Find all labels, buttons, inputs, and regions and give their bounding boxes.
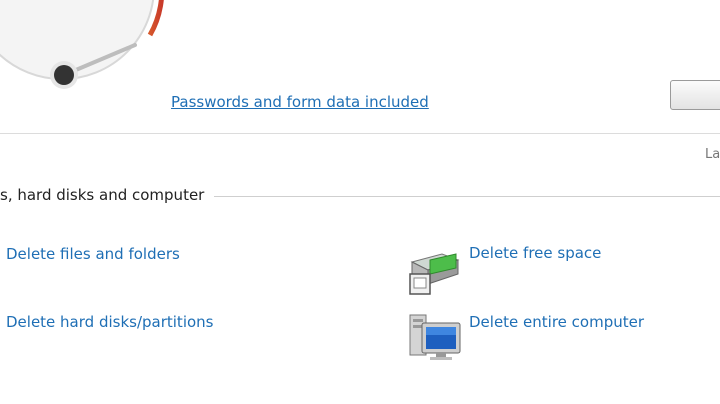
speedometer-gauge-icon xyxy=(0,0,164,89)
section-divider xyxy=(214,196,720,197)
delete-entire-computer-link[interactable]: Delete entire computer xyxy=(469,313,644,331)
section-title: s, hard disks and computer xyxy=(0,186,205,204)
delete-free-space-link[interactable]: Delete free space xyxy=(469,244,601,262)
divider xyxy=(0,133,720,134)
delete-hard-disks-link[interactable]: Delete hard disks/partitions xyxy=(6,313,213,331)
computer-icon xyxy=(409,314,461,360)
right-truncated-label: La xyxy=(705,147,720,162)
delete-files-and-folders-link[interactable]: Delete files and folders xyxy=(6,245,180,263)
free-space-drive-icon xyxy=(409,253,460,295)
passwords-form-data-link[interactable]: Passwords and form data included xyxy=(171,93,429,111)
top-right-button[interactable] xyxy=(670,80,720,110)
